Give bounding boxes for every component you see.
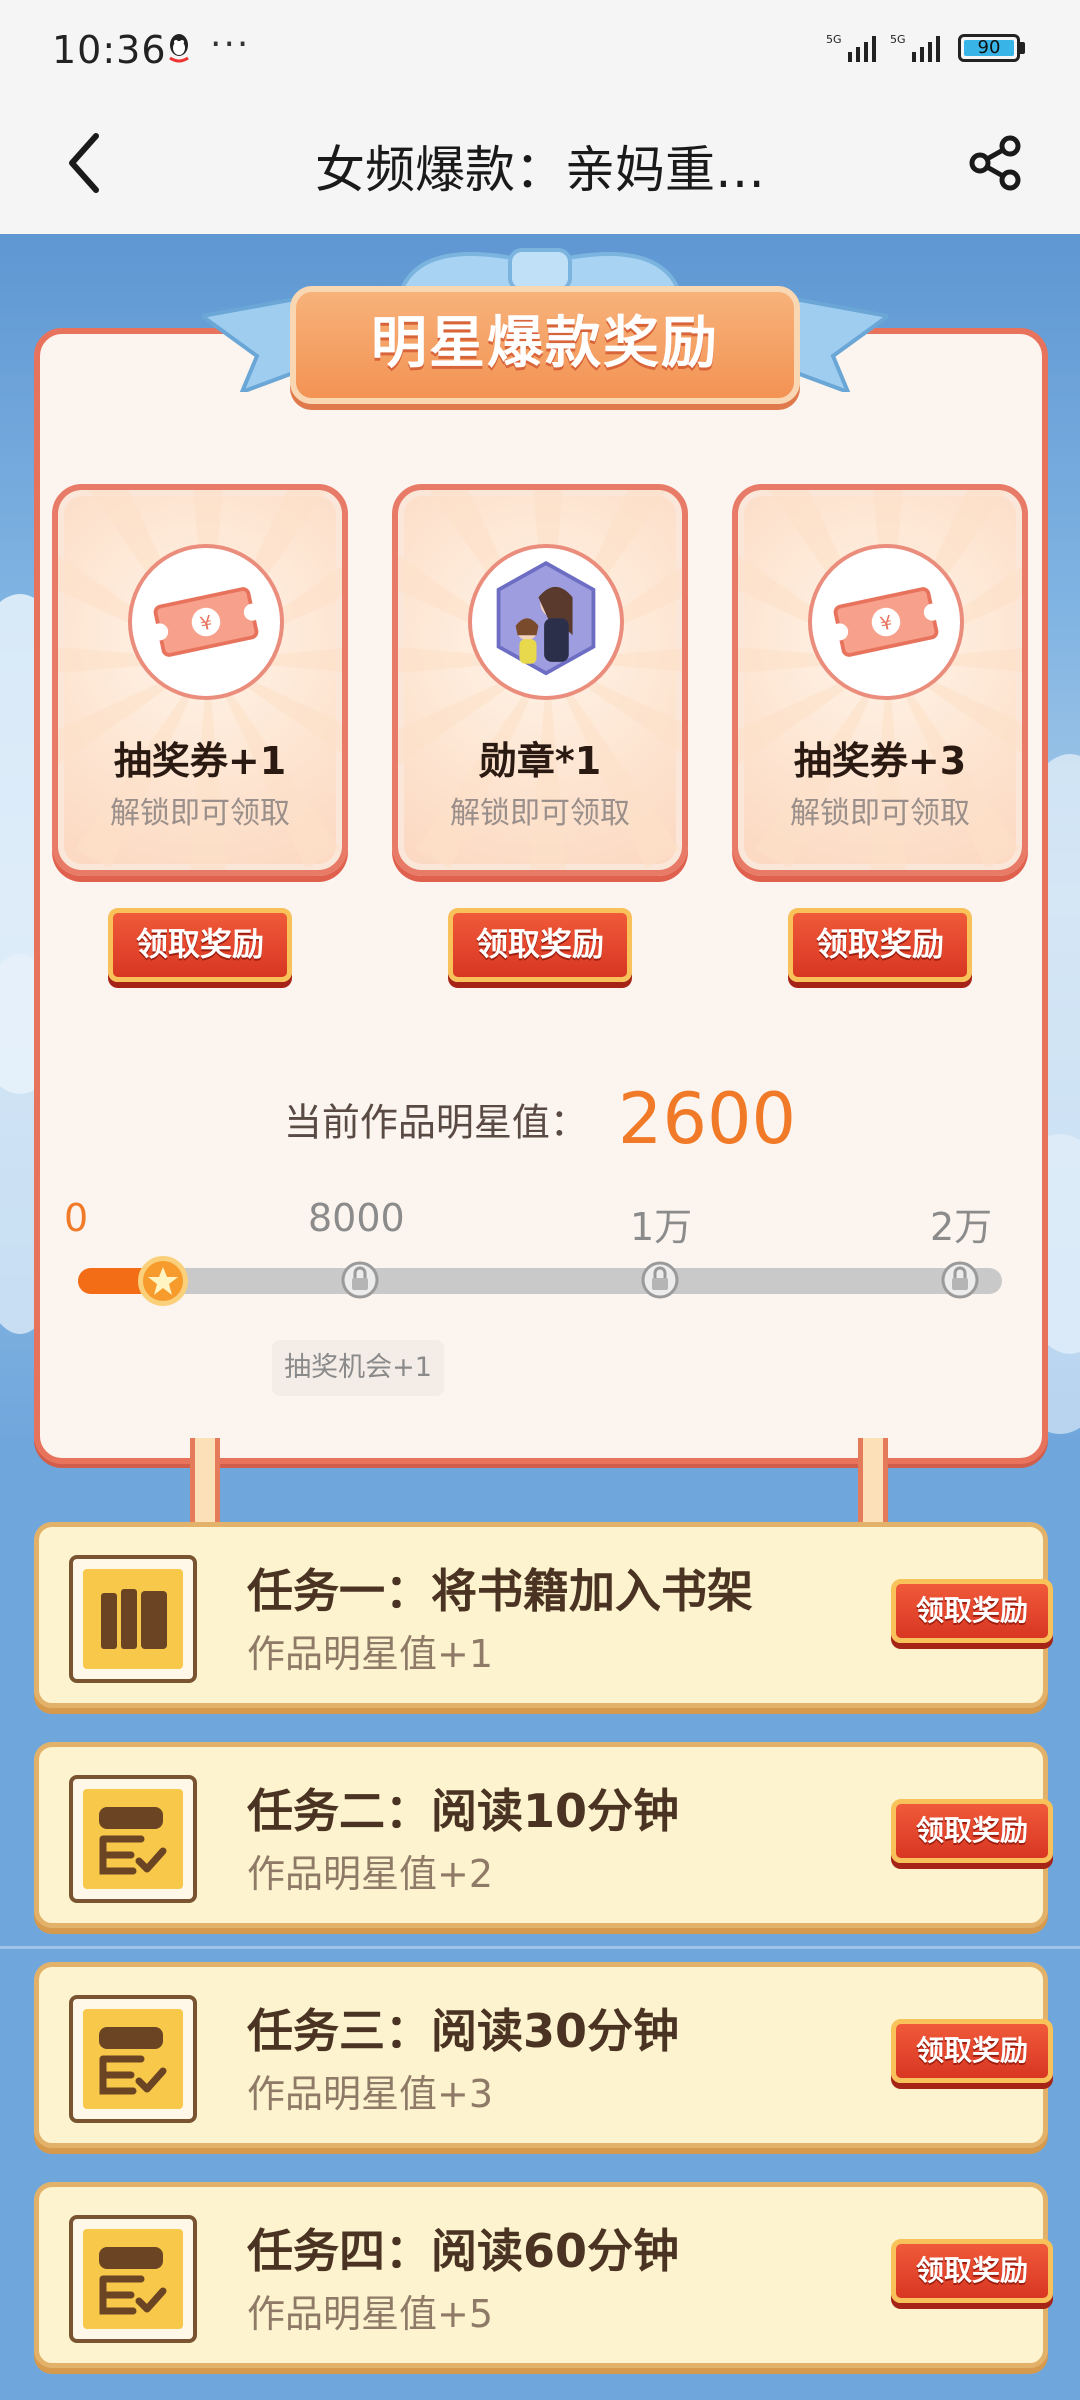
task-claim-button-3[interactable]: 领取奖励 xyxy=(891,2019,1053,2083)
signal-icon-2: 5G xyxy=(890,33,940,62)
milestone-hint: 抽奖机会+1 xyxy=(272,1340,444,1396)
task-row-4: 任务四：阅读60分钟 作品明星值+5 领取奖励 xyxy=(34,2182,1053,2368)
task-title: 任务一：将书籍加入书架 xyxy=(247,1564,753,1618)
reward-status: 解锁即可领取 xyxy=(110,796,290,831)
reading-check-icon xyxy=(69,1775,197,1903)
reading-check-icon xyxy=(69,1995,197,2123)
sign-post xyxy=(858,1438,888,1528)
reward-name: 抽奖券+1 xyxy=(113,739,287,783)
task-row-1: 任务一：将书籍加入书架 作品明星值+1 领取奖励 xyxy=(34,1522,1053,1708)
sign-post xyxy=(190,1438,220,1528)
reward-name: 勋章*1 xyxy=(478,739,602,783)
status-time: 10:36 xyxy=(52,28,167,72)
star-value: 2600 xyxy=(617,1078,797,1160)
task-claim-button-4[interactable]: 领取奖励 xyxy=(891,2239,1053,2303)
lock-milestone-icon xyxy=(941,1261,979,1299)
battery-icon: 90 xyxy=(958,34,1020,62)
medal-avatar-icon xyxy=(468,544,624,700)
reward-box-lottery-1: ¥ 抽奖券+1 解锁即可领取 xyxy=(52,484,348,876)
reading-check-icon xyxy=(69,2215,197,2343)
svg-text:5G: 5G xyxy=(890,33,906,46)
task-reward: 作品明星值+1 xyxy=(247,1632,494,1676)
ticket-icon: ¥ xyxy=(808,544,964,700)
task-title: 任务四：阅读60分钟 xyxy=(247,2224,680,2278)
title-banner: 明星爆款奖励 xyxy=(290,286,800,404)
task-reward: 作品明星值+5 xyxy=(247,2292,494,2336)
claim-reward-button-2[interactable]: 领取奖励 xyxy=(448,908,632,982)
progress-tick-8000: 8000 xyxy=(308,1196,405,1240)
progress-tick-0: 0 xyxy=(64,1196,89,1240)
divider xyxy=(0,1946,1080,1949)
reward-name: 抽奖券+3 xyxy=(793,739,967,783)
book-icon xyxy=(69,1555,197,1683)
task-reward: 作品明星值+2 xyxy=(247,1852,494,1896)
status-bar: 10:36 ··· 5G 5G 90 xyxy=(0,0,1080,100)
ticket-icon: ¥ xyxy=(128,544,284,700)
signal-icon: 5G xyxy=(826,33,876,62)
progress-tick-10k: 1万 xyxy=(630,1205,693,1249)
svg-text:5G: 5G xyxy=(826,33,842,46)
task-title: 任务三：阅读30分钟 xyxy=(247,2004,680,2058)
more-notifications-icon: ··· xyxy=(210,24,251,65)
task-row-2: 任务二：阅读10分钟 作品明星值+2 领取奖励 xyxy=(34,1742,1053,1928)
star-value-line: 当前作品明星值： 2600 xyxy=(0,1078,1080,1160)
reward-box-medal: 勋章*1 解锁即可领取 xyxy=(392,484,688,876)
back-button[interactable] xyxy=(56,128,116,198)
task-claim-button-1[interactable]: 领取奖励 xyxy=(891,1579,1053,1643)
reward-box-lottery-3: ¥ 抽奖券+3 解锁即可领取 xyxy=(732,484,1028,876)
task-claim-button-2[interactable]: 领取奖励 xyxy=(891,1799,1053,1863)
task-row-3: 任务三：阅读30分钟 作品明星值+3 领取奖励 xyxy=(34,1962,1053,2148)
page-title: 女频爆款：亲妈重… xyxy=(315,141,765,199)
banner-title: 明星爆款奖励 xyxy=(371,311,719,376)
reward-status: 解锁即可领取 xyxy=(450,796,630,831)
claim-reward-button-3[interactable]: 领取奖励 xyxy=(788,908,972,982)
progress-track xyxy=(78,1268,1002,1294)
lock-milestone-icon xyxy=(641,1261,679,1299)
claim-reward-button-1[interactable]: 领取奖励 xyxy=(108,908,292,982)
battery-level: 90 xyxy=(977,37,1001,58)
star-value-label: 当前作品明星值： xyxy=(283,1100,588,1145)
qq-notification-icon xyxy=(169,34,189,63)
reward-status: 解锁即可领取 xyxy=(790,796,970,831)
lock-milestone-icon xyxy=(341,1261,379,1299)
app-header: 女频爆款：亲妈重… xyxy=(0,100,1080,234)
progress-current-star-icon xyxy=(138,1256,188,1306)
task-title: 任务二：阅读10分钟 xyxy=(247,1784,680,1838)
share-button[interactable] xyxy=(966,134,1024,192)
task-reward: 作品明星值+3 xyxy=(247,2072,494,2116)
progress-tick-20k: 2万 xyxy=(930,1205,993,1249)
bow-decoration xyxy=(397,248,683,294)
